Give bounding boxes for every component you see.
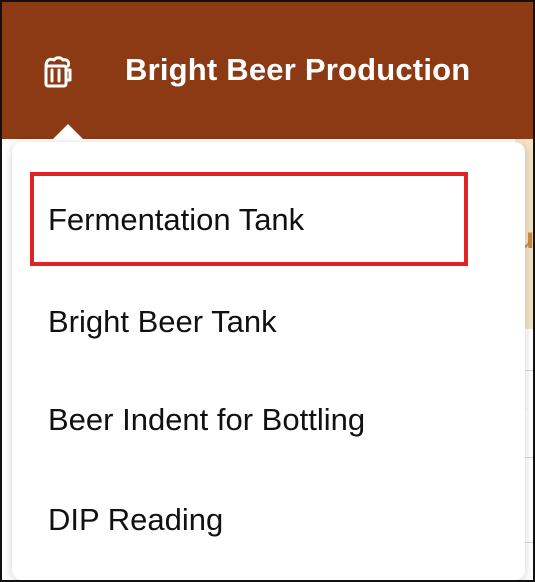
menu-item-beer-indent-for-bottling[interactable]: Beer Indent for Bottling <box>48 402 365 438</box>
menu-item-dip-reading[interactable]: DIP Reading <box>48 502 223 538</box>
screen-frame: Bright Beer Production u ) Fermentation … <box>0 0 535 582</box>
menu-item-bright-beer-tank[interactable]: Bright Beer Tank <box>48 304 277 340</box>
dropdown-caret <box>50 124 86 142</box>
highlight-box <box>30 172 468 266</box>
beer-mug-icon[interactable] <box>40 54 76 90</box>
top-navigation-bar: Bright Beer Production <box>2 2 533 139</box>
app-title[interactable]: Bright Beer Production <box>125 52 470 88</box>
